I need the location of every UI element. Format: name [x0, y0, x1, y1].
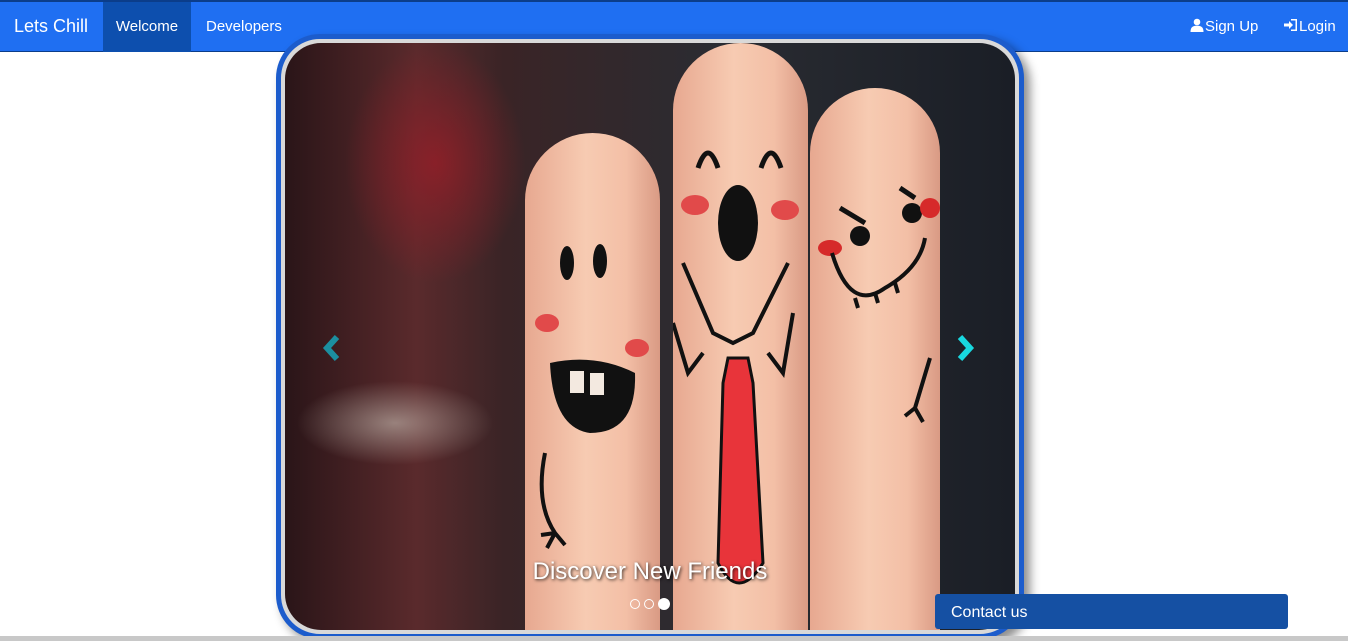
- chevron-left-icon: [322, 334, 340, 362]
- face-left-illustration: [535, 244, 649, 549]
- carousel-slide: Discover New Friends: [285, 43, 1015, 630]
- carousel-prev-button[interactable]: [319, 333, 349, 363]
- finger-right-illustration: [810, 88, 940, 630]
- carousel-next-button[interactable]: [950, 333, 980, 363]
- login-label: Login: [1299, 18, 1336, 35]
- finger-middle-illustration: [673, 43, 808, 630]
- carousel-indicator-3[interactable]: [658, 598, 670, 610]
- brand-logo[interactable]: Lets Chill: [14, 16, 88, 37]
- face-middle-illustration: [673, 150, 799, 585]
- login-link[interactable]: Login: [1284, 2, 1336, 52]
- carousel-indicator-1[interactable]: [630, 599, 640, 609]
- face-right-illustration: [818, 185, 940, 423]
- signup-link[interactable]: Sign Up: [1190, 2, 1258, 52]
- contact-us-button[interactable]: Contact us: [935, 594, 1288, 629]
- carousel-indicator-2[interactable]: [644, 599, 654, 609]
- bottom-divider: [0, 636, 1348, 641]
- nav-welcome[interactable]: Welcome: [103, 2, 191, 52]
- login-icon: [1284, 19, 1297, 31]
- image-carousel: Discover New Friends: [276, 34, 1024, 639]
- nav-developers[interactable]: Developers: [191, 2, 297, 52]
- user-icon: [1190, 18, 1204, 32]
- chevron-right-icon: [957, 334, 975, 362]
- finger-left-illustration: [525, 133, 660, 630]
- carousel-caption: Discover New Friends: [532, 558, 768, 585]
- carousel-indicators: [285, 598, 1015, 610]
- signup-label: Sign Up: [1205, 18, 1259, 35]
